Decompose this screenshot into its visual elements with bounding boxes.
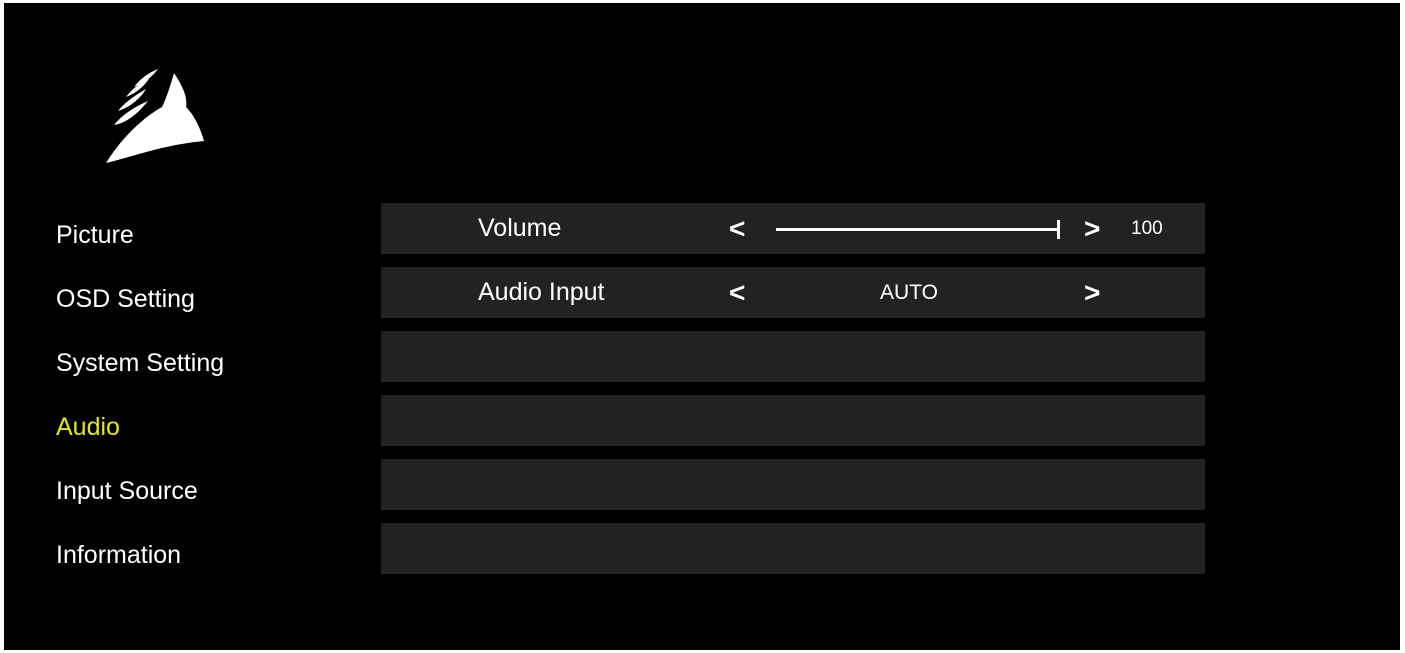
menu-item-picture[interactable]: Picture bbox=[56, 203, 316, 267]
empty-row bbox=[381, 331, 1205, 382]
empty-row bbox=[381, 523, 1205, 574]
audio-input-label: Audio Input bbox=[478, 278, 605, 306]
menu-item-system-setting[interactable]: System Setting bbox=[56, 331, 316, 395]
volume-label: Volume bbox=[478, 214, 562, 242]
volume-increase-arrow[interactable]: > bbox=[1084, 203, 1100, 254]
audio-input-row[interactable]: Audio Input < AUTO > bbox=[381, 267, 1205, 318]
menu-item-information[interactable]: Information bbox=[56, 523, 316, 587]
audio-input-prev-arrow[interactable]: < bbox=[729, 267, 745, 318]
settings-panel: Volume < > 100 Audio Input < AUTO > bbox=[381, 203, 1205, 574]
menu-item-osd-setting[interactable]: OSD Setting bbox=[56, 267, 316, 331]
volume-slider-handle[interactable] bbox=[1057, 220, 1060, 239]
volume-slider[interactable] bbox=[776, 219, 1060, 239]
audio-input-value: AUTO bbox=[880, 280, 938, 304]
volume-value: 100 bbox=[1131, 217, 1163, 239]
volume-slider-track bbox=[776, 228, 1058, 231]
menu-item-input-source[interactable]: Input Source bbox=[56, 459, 316, 523]
audio-input-next-arrow[interactable]: > bbox=[1084, 267, 1100, 318]
sails-logo-icon bbox=[104, 67, 208, 165]
volume-row[interactable]: Volume < > 100 bbox=[381, 203, 1205, 254]
volume-decrease-arrow[interactable]: < bbox=[729, 203, 745, 254]
menu-item-audio[interactable]: Audio bbox=[56, 395, 316, 459]
osd-screen: Picture OSD Setting System Setting Audio… bbox=[4, 3, 1400, 650]
osd-menu: Picture OSD Setting System Setting Audio… bbox=[56, 203, 316, 587]
empty-row bbox=[381, 459, 1205, 510]
empty-row bbox=[381, 395, 1205, 446]
